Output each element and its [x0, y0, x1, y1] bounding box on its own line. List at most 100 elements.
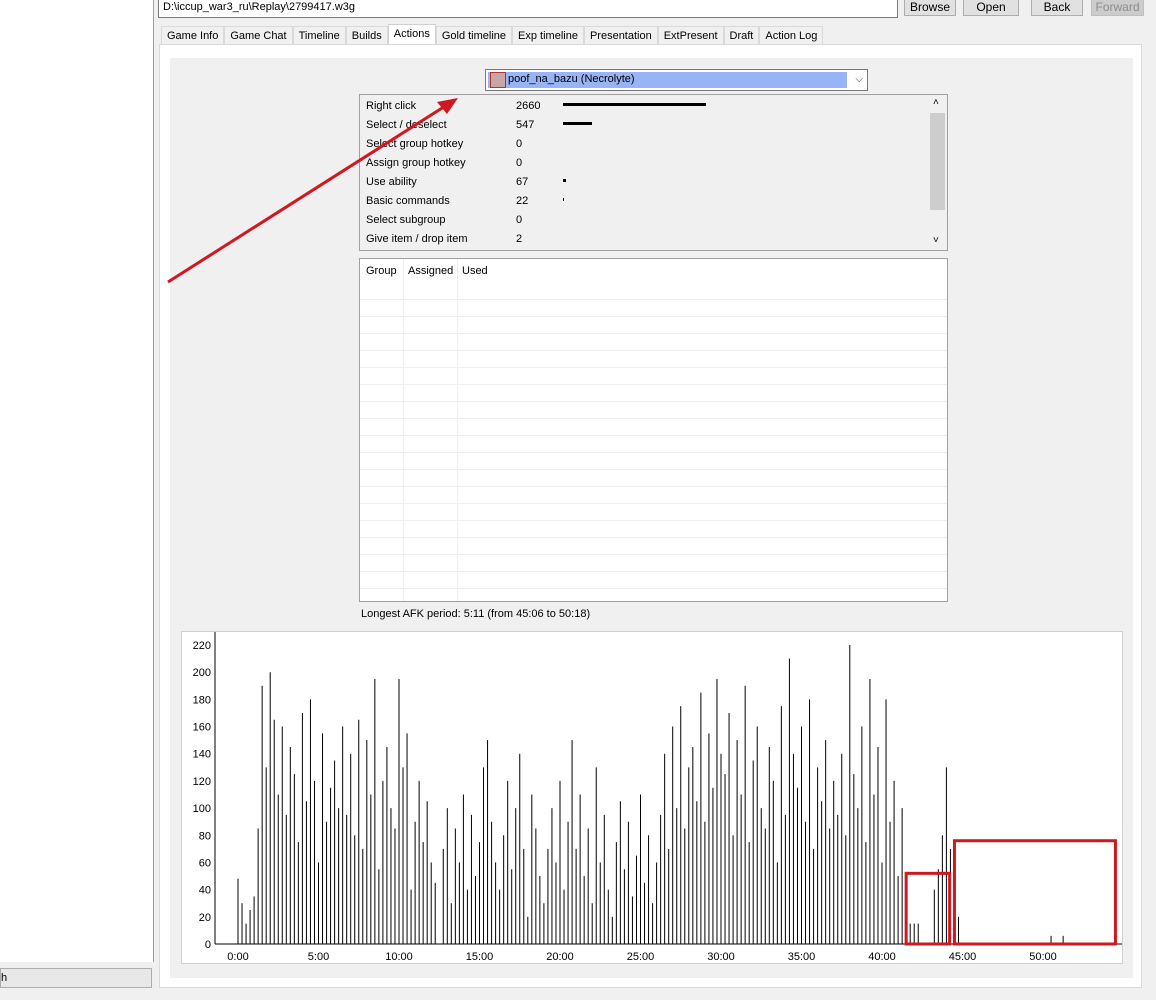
y-tick-label: 120 — [193, 776, 211, 788]
x-tick-label: 40:00 — [868, 951, 896, 963]
column-header-assigned[interactable]: Assigned — [408, 265, 453, 277]
action-count: 0 — [516, 138, 523, 150]
action-label: Give item / drop item — [366, 233, 468, 245]
action-label: Select group hotkey — [366, 138, 464, 150]
column-divider — [457, 259, 458, 601]
open-button[interactable]: Open — [963, 0, 1019, 16]
y-tick-label: 80 — [199, 830, 211, 842]
action-bar — [563, 179, 566, 182]
action-count: 547 — [516, 119, 535, 131]
y-tick-label: 220 — [193, 640, 211, 652]
y-tick-label: 100 — [193, 803, 211, 815]
y-tick-label: 160 — [193, 722, 211, 734]
chevron-down-icon[interactable]: ⌵ — [855, 74, 863, 85]
table-row-line — [360, 350, 947, 351]
tab-presentation[interactable]: Presentation — [583, 26, 658, 44]
longest-afk-text: Longest AFK period: 5:11 (from 45:06 to … — [361, 608, 591, 620]
table-row-line — [360, 588, 947, 589]
table-row-line — [360, 537, 947, 538]
y-tick-label: 40 — [199, 885, 211, 897]
y-tick-label: 20 — [199, 912, 211, 924]
tab-draft[interactable]: Draft — [723, 26, 760, 44]
table-row-line — [360, 333, 947, 334]
highlight-rectangle — [952, 839, 1117, 946]
column-divider — [403, 259, 404, 601]
tab-timeline[interactable]: Timeline — [292, 26, 346, 44]
x-tick-label: 15:00 — [466, 951, 494, 963]
hero-portrait-icon — [490, 72, 506, 88]
table-row-line — [360, 435, 947, 436]
replay-path-input[interactable]: D:\iccup_war3_ru\Replay\2799417.w3g — [158, 0, 898, 18]
action-label: Right click — [366, 100, 417, 112]
tab-extpresent[interactable]: ExtPresent — [657, 26, 724, 44]
left-status-text: h — [1, 972, 8, 984]
apm-chart: 0 20 40 60 80 100 120 140 160 180 200 220 0:00 5:00 10… — [181, 631, 1123, 964]
action-bar — [563, 198, 564, 201]
y-tick-label: 200 — [193, 667, 211, 679]
player-select-value: poof_na_bazu (Necrolyte) — [508, 73, 635, 85]
x-tick-label: 50:00 — [1029, 951, 1057, 963]
table-row-line — [360, 418, 947, 419]
tab-actions[interactable]: Actions — [387, 24, 436, 45]
x-tick-label: 45:00 — [949, 951, 977, 963]
table-row-line — [360, 520, 947, 521]
action-count: 67 — [516, 176, 529, 188]
player-select[interactable]: poof_na_bazu (Necrolyte) ⌵ — [485, 69, 868, 91]
x-tick-label: 25:00 — [627, 951, 655, 963]
table-row-line — [360, 299, 947, 300]
action-count: 2 — [516, 233, 523, 245]
tab-game-chat[interactable]: Game Chat — [224, 26, 293, 44]
table-row-line — [360, 384, 947, 385]
action-bar — [563, 103, 706, 106]
scrollbar-thumb[interactable] — [930, 113, 945, 210]
tab-bar: Game Info Game Chat Timeline Builds Acti… — [161, 24, 824, 45]
tab-action-log[interactable]: Action Log — [759, 26, 824, 44]
action-label: Select / deselect — [366, 119, 447, 131]
action-count: 0 — [516, 157, 523, 169]
action-bar — [563, 122, 592, 125]
x-tick-label: 20:00 — [546, 951, 574, 963]
group-hotkey-table[interactable]: Group Assigned Used — [359, 258, 948, 602]
column-header-used[interactable]: Used — [462, 265, 488, 277]
action-count: 22 — [516, 195, 529, 207]
x-tick-label: 35:00 — [788, 951, 816, 963]
action-count: 0 — [516, 214, 523, 226]
action-label: Basic commands — [366, 195, 450, 207]
table-row-line — [360, 316, 947, 317]
table-row-line — [360, 469, 947, 470]
tab-game-info[interactable]: Game Info — [161, 26, 225, 44]
x-tick-label: 5:00 — [308, 951, 329, 963]
action-count: 2660 — [516, 100, 541, 112]
forward-button[interactable]: Forward — [1091, 0, 1144, 16]
x-tick-label: 10:00 — [385, 951, 413, 963]
action-label: Select subgroup — [366, 214, 446, 226]
table-row-line — [360, 571, 947, 572]
tab-builds[interactable]: Builds — [345, 26, 388, 44]
tab-exp-timeline[interactable]: Exp timeline — [512, 26, 584, 44]
y-tick-label: 140 — [193, 749, 211, 761]
table-row-line — [360, 554, 947, 555]
actions-list[interactable]: Right click 2660 Select / deselect 547 Sel… — [359, 94, 948, 251]
tab-gold-timeline[interactable]: Gold timeline — [435, 26, 513, 44]
column-header-group[interactable]: Group — [366, 265, 397, 277]
y-tick-label: 180 — [193, 694, 211, 706]
table-row-line — [360, 401, 947, 402]
table-row-line — [360, 503, 947, 504]
highlight-rectangle — [904, 871, 952, 946]
table-row-line — [360, 452, 947, 453]
scroll-down-icon[interactable]: ˅ — [933, 235, 939, 246]
table-row-line — [360, 486, 947, 487]
back-button[interactable]: Back — [1031, 0, 1083, 16]
x-tick-label: 0:00 — [227, 951, 248, 963]
action-label: Assign group hotkey — [366, 157, 466, 169]
action-label: Use ability — [366, 176, 417, 188]
left-status-bar: h — [0, 968, 152, 988]
actions-scrollbar[interactable]: ˄ ˅ — [929, 95, 946, 250]
y-tick-label: 0 — [205, 939, 211, 951]
x-tick-label: 30:00 — [707, 951, 735, 963]
table-row-line — [360, 367, 947, 368]
y-tick-label: 60 — [199, 857, 211, 869]
scroll-up-icon[interactable]: ˄ — [933, 97, 939, 108]
apm-chart-svg: 0 20 40 60 80 100 120 140 160 180 200 220 0:00 5:00 10… — [193, 632, 1122, 963]
browse-button[interactable]: Browse — [904, 0, 956, 16]
